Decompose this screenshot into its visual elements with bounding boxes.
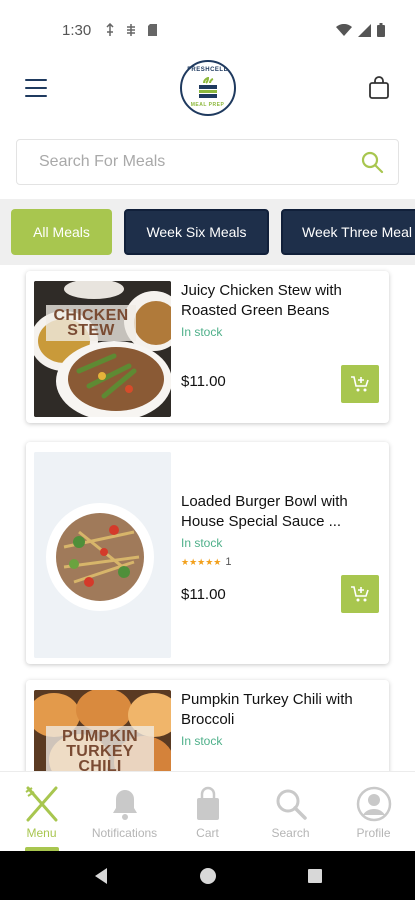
sync-icon xyxy=(127,24,136,36)
nav-label: Profile xyxy=(356,826,391,840)
meal-image: CHICKEN STEW xyxy=(34,281,171,417)
bell-icon xyxy=(112,790,137,820)
battery-icon xyxy=(377,23,385,37)
nav-cart[interactable]: Cart xyxy=(166,772,249,851)
stock-status: In stock xyxy=(181,325,223,339)
search-icon[interactable] xyxy=(360,150,384,174)
meal-price: $11.00 xyxy=(181,586,226,603)
logo-text-bottom: MEAL PREP xyxy=(190,101,225,108)
shopping-bag-icon[interactable] xyxy=(368,75,390,100)
category-chip-all-meals[interactable]: All Meals xyxy=(11,209,112,255)
search-input[interactable] xyxy=(39,153,360,171)
add-to-cart-icon xyxy=(351,376,369,392)
add-to-cart-button[interactable] xyxy=(341,575,379,613)
brand-logo[interactable]: FRESHCELL MEAL PREP xyxy=(179,59,236,116)
nav-profile[interactable]: Profile xyxy=(332,772,415,851)
rating: ★★★★★ 1 xyxy=(181,556,379,568)
shopping-bag-icon xyxy=(196,786,219,820)
signal-icon xyxy=(358,23,371,37)
usb-icon xyxy=(106,23,114,36)
logo-text-top: FRESHCELL xyxy=(187,66,228,73)
sd-card-icon xyxy=(148,24,158,36)
add-to-cart-icon xyxy=(351,586,369,602)
meal-image: PUMPKIN TURKEY CHILI xyxy=(34,690,171,771)
wifi-icon xyxy=(336,23,352,36)
meal-image xyxy=(34,452,171,658)
category-chip-week-six[interactable]: Week Six Meals xyxy=(124,209,269,255)
meal-list[interactable]: CHICKEN STEW Juicy Chicken Stew with Roa… xyxy=(0,265,415,771)
meal-image-label: CHICKEN STEW xyxy=(46,305,136,341)
category-filter-bar: All Meals Week Six Meals Week Three Meal xyxy=(0,199,415,265)
hamburger-menu-icon[interactable] xyxy=(25,78,47,97)
nav-label: Notifications xyxy=(91,826,158,840)
bottom-navigation: Menu Notifications Cart Search Profile xyxy=(0,771,415,851)
stock-status: In stock xyxy=(181,536,223,550)
meal-name: Loaded Burger Bowl with House Special Sa… xyxy=(181,493,348,530)
app-header: FRESHCELL MEAL PREP xyxy=(0,50,415,125)
nav-menu[interactable]: Menu xyxy=(0,772,83,851)
status-time: 1:30 xyxy=(62,21,92,39)
add-to-cart-button[interactable] xyxy=(341,365,379,403)
meal-card[interactable]: PUMPKIN TURKEY CHILI Pumpkin Turkey Chil… xyxy=(26,680,389,771)
nav-label: Menu xyxy=(26,826,57,840)
category-chip-week-three[interactable]: Week Three Meal xyxy=(281,209,415,255)
star-rating-icon: ★★★★★ xyxy=(181,556,222,567)
meal-image-label: PUMPKIN TURKEY CHILI xyxy=(46,726,154,771)
profile-icon xyxy=(356,786,391,822)
fork-knife-icon xyxy=(24,786,57,822)
back-icon[interactable] xyxy=(93,867,109,885)
meal-price: $11.00 xyxy=(181,373,226,390)
search-icon xyxy=(276,789,307,820)
meal-name: Pumpkin Turkey Chili with Broccoli xyxy=(181,691,353,728)
search-bar xyxy=(16,139,399,185)
nav-label: Search xyxy=(271,826,310,840)
recents-icon[interactable] xyxy=(307,868,323,884)
meal-info: Pumpkin Turkey Chili with Broccoli In st… xyxy=(171,690,379,771)
category-chip-list[interactable]: All Meals Week Six Meals Week Three Meal xyxy=(0,199,415,255)
rating-count: 1 xyxy=(225,556,232,568)
meal-info: Juicy Chicken Stew with Roasted Green Be… xyxy=(171,281,379,413)
home-icon[interactable] xyxy=(199,867,217,885)
logo-container-icon xyxy=(198,76,217,98)
meal-info: Loaded Burger Bowl with House Special Sa… xyxy=(171,452,379,654)
status-notification-icons xyxy=(105,23,158,37)
nav-notifications[interactable]: Notifications xyxy=(83,772,166,851)
status-system-icons xyxy=(336,23,385,37)
meal-card[interactable]: Loaded Burger Bowl with House Special Sa… xyxy=(26,442,389,664)
nav-label: Cart xyxy=(196,826,219,840)
meal-card[interactable]: CHICKEN STEW Juicy Chicken Stew with Roa… xyxy=(26,271,389,423)
system-navigation-bar xyxy=(0,851,415,900)
nav-search[interactable]: Search xyxy=(249,772,332,851)
stock-status: In stock xyxy=(181,734,223,748)
meal-name: Juicy Chicken Stew with Roasted Green Be… xyxy=(181,282,342,319)
